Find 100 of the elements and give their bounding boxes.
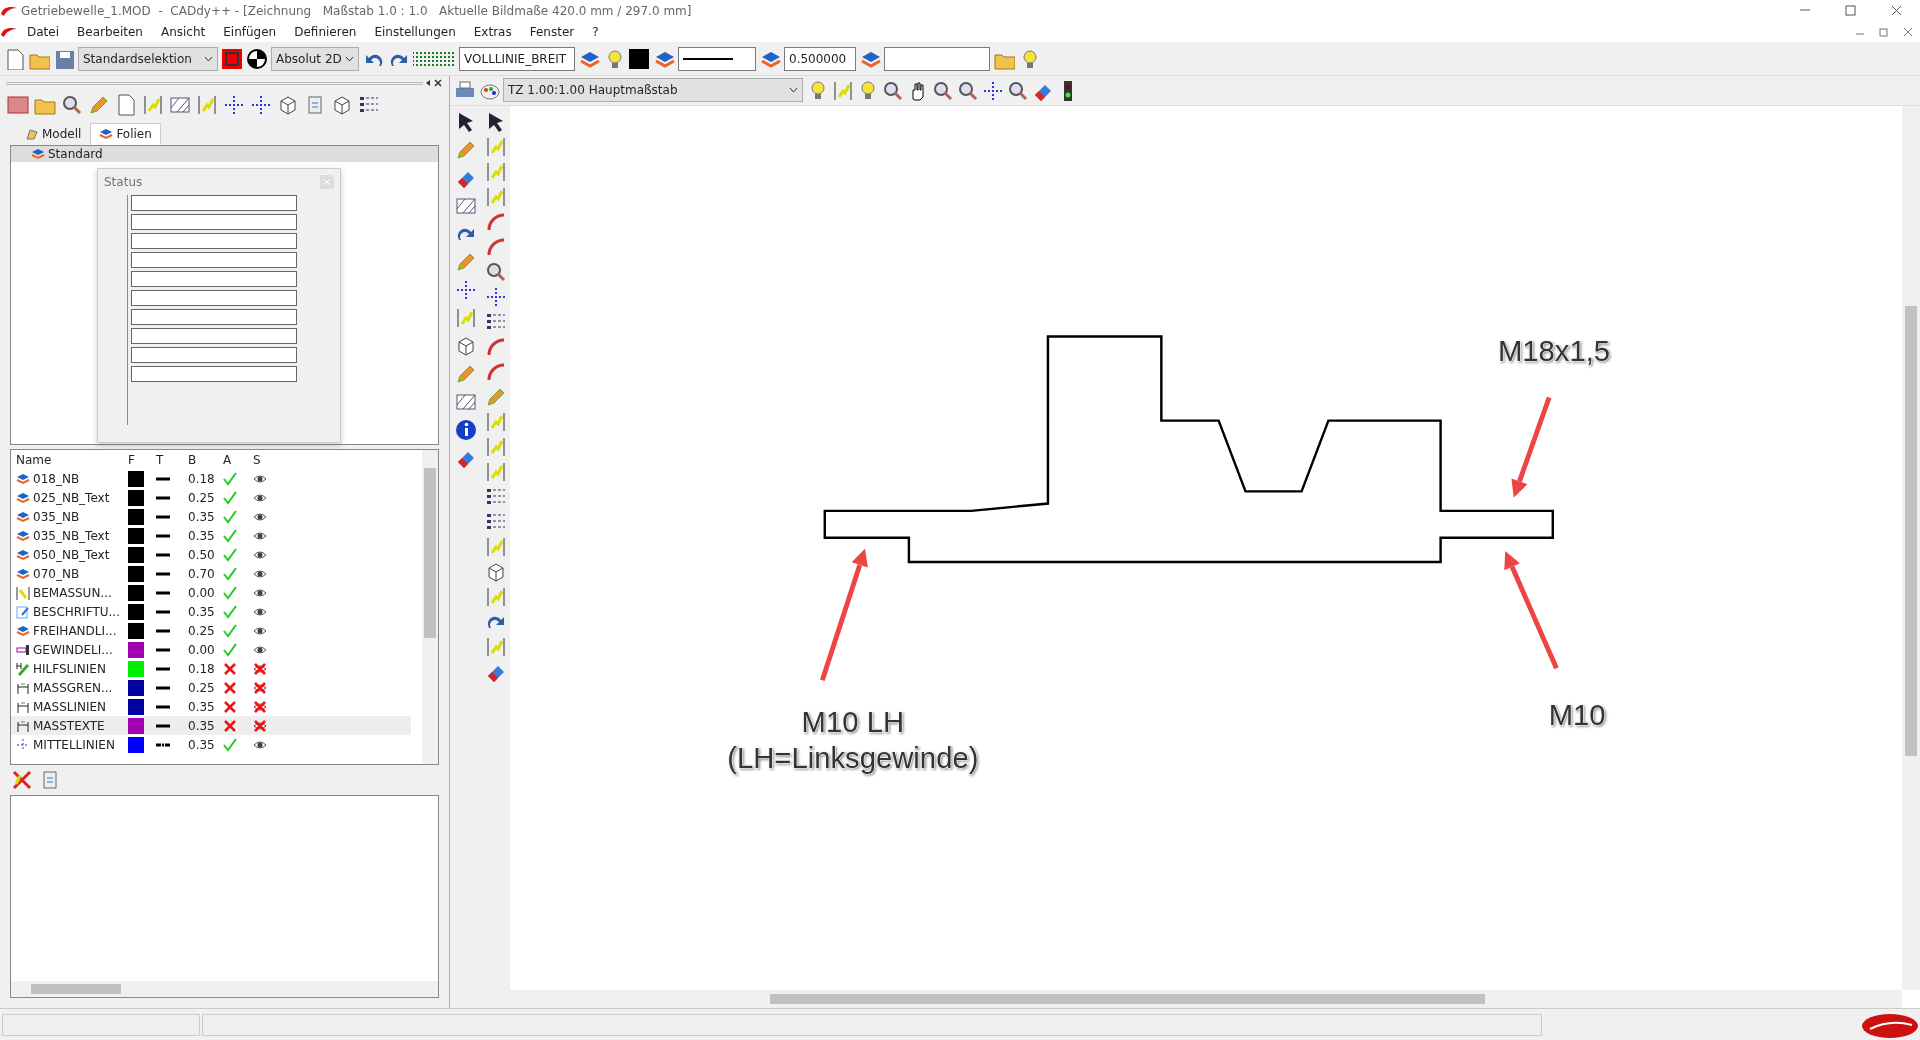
color-swatch[interactable] <box>128 603 144 620</box>
layer-row[interactable]: BESCHRIFTU... 0.35 <box>11 602 411 621</box>
layer-row[interactable]: MITTELLINIEN 0.35 <box>11 735 411 754</box>
layer-field[interactable] <box>884 46 990 71</box>
coordinate-mode-dropdown[interactable]: Absolut 2D <box>271 46 359 71</box>
checkmark-icon[interactable] <box>223 624 237 638</box>
column-header[interactable]: F <box>128 450 156 469</box>
line-style-icon[interactable] <box>156 552 170 558</box>
menu-item[interactable]: Bearbeiten <box>68 22 152 42</box>
menu-item[interactable]: Ansicht <box>151 22 215 42</box>
line-style-dropdown[interactable] <box>678 46 756 71</box>
color-swatch[interactable] <box>128 660 144 677</box>
target-icon[interactable] <box>246 47 268 70</box>
color-swatch[interactable] <box>128 698 144 715</box>
checkmark-icon[interactable] <box>223 643 237 657</box>
panel-tab[interactable]: Folien <box>90 123 161 145</box>
eye-icon[interactable] <box>253 531 267 541</box>
layer-row[interactable]: MASSGREN... 0.25 <box>11 678 411 697</box>
cross-icon[interactable] <box>223 662 237 676</box>
menu-item[interactable]: Extras <box>464 22 521 42</box>
eye-icon[interactable] <box>253 588 267 598</box>
line-type-field[interactable]: VOLLLINIE_BREIT <box>459 46 575 71</box>
color-swatch[interactable] <box>128 717 144 734</box>
zoom-icon[interactable] <box>60 93 84 117</box>
color-swatch[interactable] <box>128 508 144 525</box>
checkmark-icon[interactable] <box>223 586 237 600</box>
checkmark-icon[interactable] <box>223 510 237 524</box>
eye-icon[interactable] <box>253 626 267 636</box>
menu-item[interactable]: ? <box>583 22 608 42</box>
eye-icon[interactable] <box>253 474 267 484</box>
color-swatch[interactable] <box>128 527 144 544</box>
scrollbar[interactable] <box>1902 105 1920 990</box>
restore-icon[interactable] <box>1878 26 1890 38</box>
line-style-icon[interactable] <box>156 704 170 710</box>
eye-icon[interactable] <box>253 740 267 750</box>
color-swatch[interactable] <box>128 622 144 639</box>
color-swatch[interactable] <box>128 546 144 563</box>
menu-item[interactable]: Definieren <box>285 22 366 42</box>
layers-icon[interactable] <box>31 147 45 161</box>
scrollbar[interactable] <box>422 450 438 764</box>
line-style-icon[interactable] <box>156 590 170 596</box>
crosshair-icon[interactable] <box>981 79 1003 102</box>
scrollbar[interactable] <box>11 981 438 997</box>
eye-icon[interactable] <box>253 569 267 579</box>
layer-row[interactable]: HILFSLINIEN 0.18 <box>11 659 411 678</box>
color-swatch[interactable] <box>628 47 650 70</box>
column-header[interactable]: B <box>188 450 223 469</box>
column-header[interactable]: Name <box>16 450 128 469</box>
info-icon[interactable] <box>454 417 476 440</box>
eye-icon[interactable] <box>253 607 267 617</box>
checkmark-icon[interactable] <box>223 548 237 562</box>
tree-item[interactable]: Standard <box>11 146 438 162</box>
close-icon[interactable] <box>433 78 443 88</box>
eye-icon[interactable] <box>253 550 267 560</box>
layer-row[interactable]: BEMASSUN... 0.00 <box>11 583 411 602</box>
column-header[interactable]: S <box>253 450 283 469</box>
selection-mode-dropdown[interactable]: Standardselektion <box>78 46 218 71</box>
layer-row[interactable]: GEWINDELI... 0.00 <box>11 640 411 659</box>
layer-row[interactable]: 035_NB 0.35 <box>11 507 411 526</box>
color-swatch[interactable] <box>128 641 144 658</box>
layer-row[interactable]: MASSTEXTE 0.35 <box>11 716 411 735</box>
checkmark-icon[interactable] <box>223 472 237 486</box>
eye-icon[interactable] <box>253 645 267 655</box>
line-style-icon[interactable] <box>156 571 170 577</box>
menu-item[interactable]: Einfügen <box>214 22 286 42</box>
layer-row[interactable]: 035_NB_Text 0.35 <box>11 526 411 545</box>
layer-row[interactable]: FREIHANDLI... 0.25 <box>11 621 411 640</box>
line-style-icon[interactable] <box>156 495 170 501</box>
checkmark-icon[interactable] <box>223 605 237 619</box>
zoom-icon[interactable] <box>931 79 953 102</box>
color-swatch[interactable] <box>128 736 144 753</box>
line-style-icon[interactable] <box>156 723 170 729</box>
chevron-icon[interactable] <box>789 87 798 94</box>
eye-icon[interactable] <box>253 493 267 503</box>
zoom-icon[interactable] <box>1006 79 1028 102</box>
eye-crossed-icon[interactable] <box>253 681 267 695</box>
column-header[interactable]: T <box>156 450 188 469</box>
scale-dropdown[interactable]: TZ 1.00:1.00 Hauptmaßstab <box>503 78 803 103</box>
dimension-icon[interactable] <box>141 93 165 117</box>
layer-row[interactable]: 050_NB_Text 0.50 <box>11 545 411 564</box>
line-style-icon[interactable] <box>156 666 170 672</box>
scrollbar[interactable] <box>510 990 1902 1008</box>
color-swatch[interactable] <box>128 489 144 506</box>
select-frame-icon[interactable] <box>221 47 243 70</box>
cross-icon[interactable] <box>223 719 237 733</box>
line-style-icon[interactable] <box>156 609 170 615</box>
checkmark-icon[interactable] <box>223 491 237 505</box>
line-style-icon[interactable] <box>156 533 170 539</box>
chevron-icon[interactable] <box>204 55 213 62</box>
layer-row[interactable]: 025_NB_Text 0.25 <box>11 488 411 507</box>
line-style-icon[interactable] <box>156 742 170 748</box>
zoom-icon[interactable] <box>881 79 903 102</box>
line-style-icon[interactable] <box>156 647 170 653</box>
checkmark-icon[interactable] <box>223 738 237 752</box>
line-style-icon[interactable] <box>156 685 170 691</box>
line-style-icon[interactable] <box>156 514 170 520</box>
layers-icon[interactable] <box>99 127 114 141</box>
zoom-icon[interactable] <box>956 79 978 102</box>
color-swatch[interactable] <box>128 470 144 487</box>
line-width-field[interactable]: 0.500000 <box>784 46 856 71</box>
